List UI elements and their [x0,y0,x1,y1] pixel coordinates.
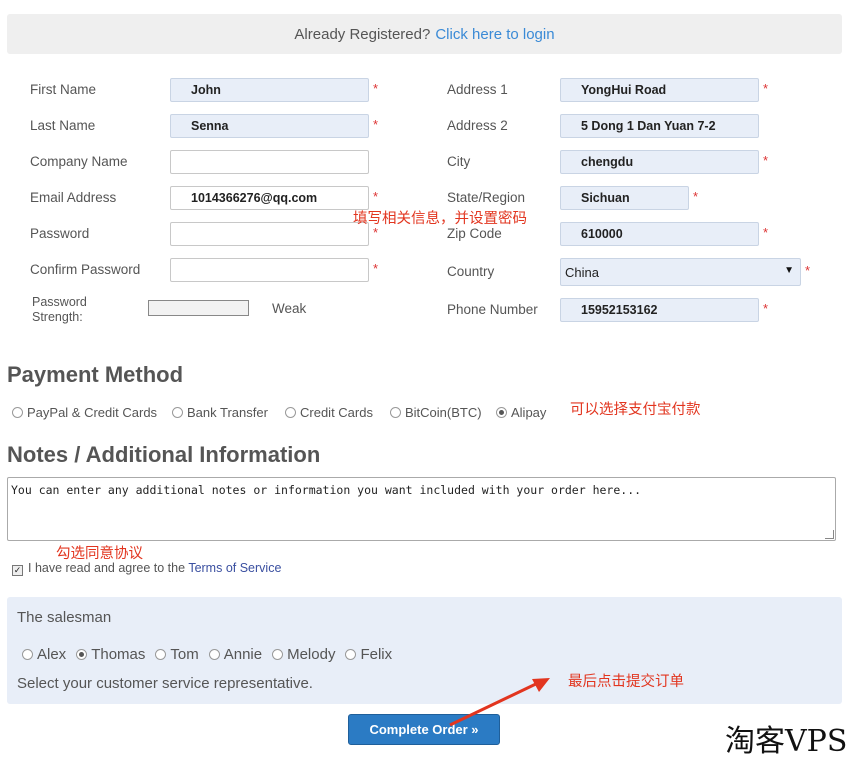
password-strength-label: Password Strength: [32,295,87,325]
radio-icon[interactable] [208,649,220,660]
phone-input[interactable]: 15952153162 [560,298,759,322]
payment-method-title: Payment Method [7,362,184,387]
password-strength-bar [148,300,249,316]
company-name-label: Company Name [30,154,128,169]
login-banner: Already Registered? Click here to login [7,14,842,54]
salesman-option-label: Alex [37,646,67,663]
confirm-password-input[interactable] [170,258,369,282]
payment-option-label: Alipay [511,405,547,420]
city-input[interactable]: chengdu [560,150,759,174]
country-label: Country [447,264,495,279]
annotation-arrow-icon [449,678,550,727]
first-name-required: * [373,81,379,96]
address1-input[interactable]: YongHui Road [560,78,759,102]
radio-icon[interactable] [22,649,33,660]
tos-text: I have read and agree to the [28,561,186,575]
tos-row: ✓ I have read and agree to the Terms of S… [12,561,281,576]
password-strength-label-line2: Strength: [32,310,83,324]
salesman-option-label: Melody [287,646,336,663]
state-label: State/Region [447,190,526,205]
address1-required: * [763,81,769,96]
password-strength-value: Weak [272,301,307,316]
annotation-submit: 最后点击提交订单 [568,674,684,690]
email-label: Email Address [30,190,117,205]
payment-option-paypal[interactable]: PayPal & Credit Cards [12,405,157,420]
resize-handle-icon[interactable] [825,530,834,539]
salesman-option-annie[interactable]: Annie [208,646,263,663]
salesman-option-label: Felix [360,646,393,663]
email-input[interactable]: 1014366276@qq.com [170,186,369,210]
last-name-label: Last Name [30,118,96,133]
salesman-hint: Select your customer service representat… [17,675,313,692]
salesman-option-felix[interactable]: Felix [345,646,392,663]
first-name-label: First Name [30,82,97,97]
country-select[interactable]: China ▼ [560,258,801,286]
confirm-password-label: Confirm Password [30,262,141,277]
payment-option-bank-transfer[interactable]: Bank Transfer [172,405,268,420]
watermark: 淘客VPS [725,724,848,759]
salesman-option-label: Tom [170,646,199,663]
radio-icon[interactable] [272,649,284,660]
checkbox-checked-icon[interactable]: ✓ [12,565,23,576]
country-select-value: China [565,265,599,280]
dropdown-arrow-icon: ▼ [784,265,794,276]
password-strength-label-line1: Password [32,295,87,309]
phone-label: Phone Number [447,302,538,317]
radio-icon[interactable] [390,407,401,418]
radio-icon[interactable] [12,407,23,418]
payment-option-label: PayPal & Credit Cards [27,405,158,420]
payment-option-bitcoin[interactable]: BitCoin(BTC) [390,405,482,420]
radio-icon[interactable] [345,649,357,660]
zip-required: * [763,225,769,240]
salesman-option-thomas[interactable]: Thomas [76,646,145,663]
address2-label: Address 2 [447,118,508,133]
annotation-alipay: 可以选择支付宝付款 [570,402,701,418]
zip-input[interactable]: 610000 [560,222,759,246]
country-required: * [805,263,811,278]
salesman-title: The salesman [17,609,112,626]
payment-option-label: Credit Cards [300,405,373,420]
notes-textarea[interactable]: You can enter any additional notes or in… [7,477,836,541]
last-name-required: * [373,117,379,132]
payment-option-label: Bank Transfer [187,405,268,420]
salesman-option-melody[interactable]: Melody [272,646,335,663]
confirm-password-required: * [373,261,379,276]
banner-text: Already Registered? [294,25,431,43]
radio-icon[interactable] [155,649,167,660]
annotation-fill-info: 填写相关信息，并设置密码 [353,211,527,227]
company-name-input[interactable] [170,150,369,174]
payment-option-alipay[interactable]: Alipay [496,405,546,420]
login-link[interactable]: Click here to login [435,26,554,43]
city-required: * [763,153,769,168]
zip-label: Zip Code [447,226,502,241]
salesman-options: Alex Thomas Tom Annie Melody Felix [22,646,402,664]
password-input[interactable] [170,222,369,246]
state-input[interactable]: Sichuan [560,186,689,210]
salesman-option-tom[interactable]: Tom [155,646,199,663]
city-label: City [447,154,471,169]
notes-title: Notes / Additional Information [7,442,321,467]
salesman-option-label: Annie [223,646,263,663]
radio-icon[interactable] [285,407,296,418]
address1-label: Address 1 [447,82,508,97]
tos-link[interactable]: Terms of Service [188,561,281,575]
radio-icon[interactable] [172,407,183,418]
salesman-option-label: Thomas [91,646,146,663]
password-label: Password [30,226,90,241]
address2-input[interactable]: 5 Dong 1 Dan Yuan 7-2 [560,114,759,138]
state-required: * [693,189,699,204]
annotation-agree: 勾选同意协议 [56,546,143,562]
phone-required: * [763,301,769,316]
payment-option-label: BitCoin(BTC) [405,405,482,420]
radio-selected-icon[interactable] [76,649,88,660]
salesman-option-alex[interactable]: Alex [22,646,66,663]
radio-selected-icon[interactable] [496,407,507,418]
email-required: * [373,189,379,204]
payment-option-credit-cards[interactable]: Credit Cards [285,405,373,420]
last-name-input[interactable]: Senna [170,114,369,138]
notes-placeholder: You can enter any additional notes or in… [11,483,642,497]
first-name-input[interactable]: John [170,78,369,102]
